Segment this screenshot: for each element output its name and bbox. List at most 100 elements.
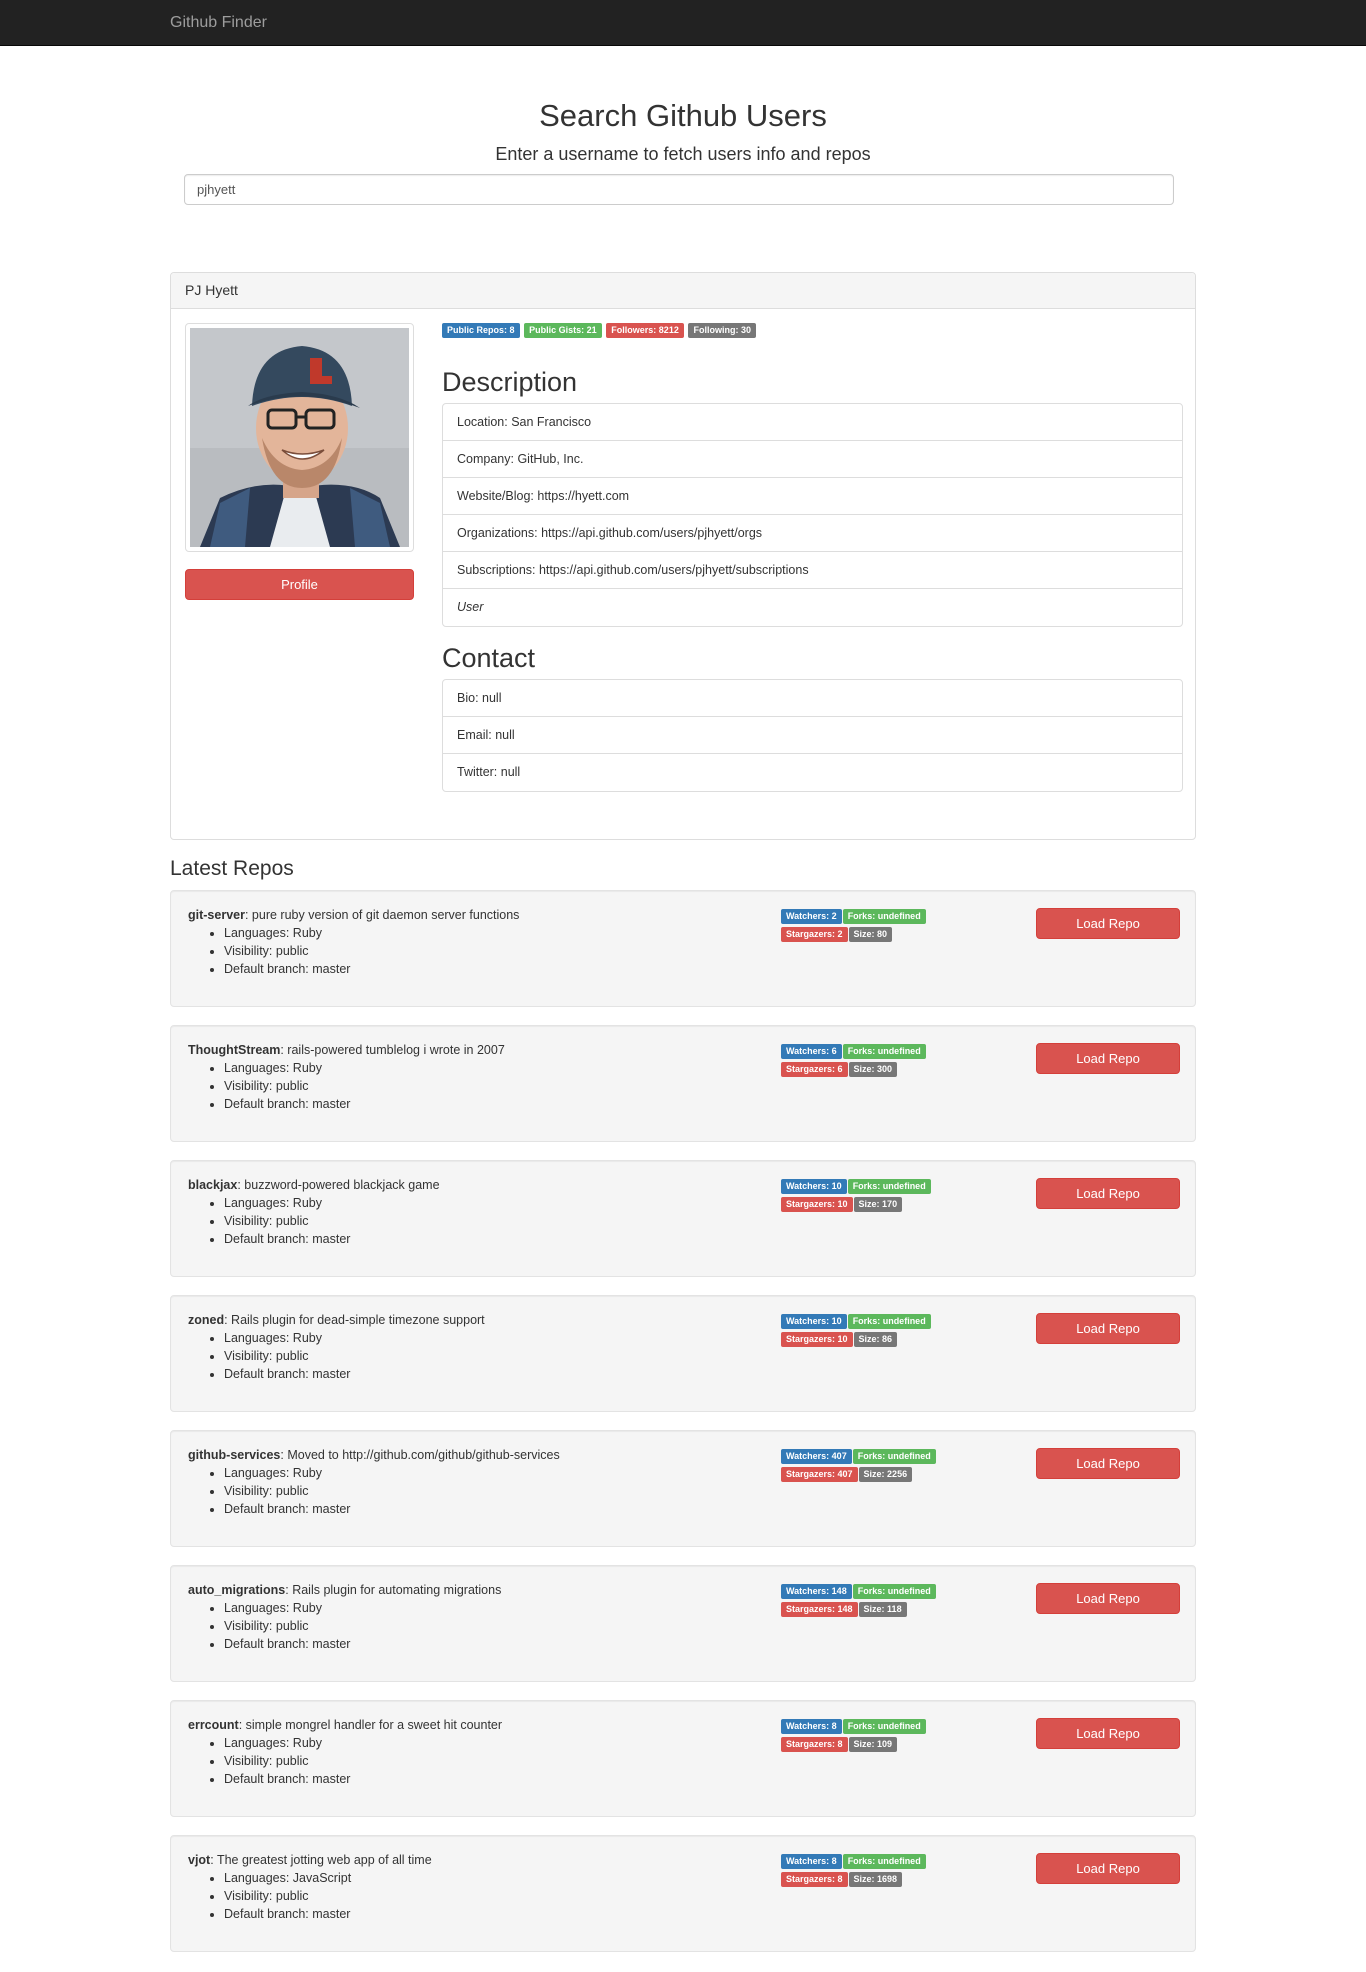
- stargazers-badge: Stargazers: 8: [781, 1737, 848, 1752]
- stargazers-badge: Stargazers: 2: [781, 927, 848, 942]
- search-section: Search Github Users Enter a username to …: [170, 46, 1196, 205]
- repo-visibility: Visibility: public: [224, 1347, 768, 1365]
- public-gists-badge: Public Gists: 21: [524, 323, 602, 338]
- forks-badge: Forks: undefined: [842, 1044, 926, 1059]
- watchers-badge: Watchers: 10: [781, 1314, 847, 1329]
- repo-info: auto_migrations: Rails plugin for automa…: [188, 1581, 768, 1653]
- size-badge: Size: 170: [853, 1197, 903, 1212]
- repo-default-branch: Default branch: master: [224, 1500, 768, 1518]
- profile-button[interactable]: Profile: [185, 569, 414, 600]
- forks-badge: Forks: undefined: [842, 909, 926, 924]
- user-type-item: User: [457, 600, 484, 614]
- repo-stats: Watchers: 8 Forks: undefined Stargazers: …: [781, 1719, 1001, 1755]
- subscriptions-item: Subscriptions: https://api.github.com/us…: [443, 552, 1182, 589]
- repo-description: : pure ruby version of git daemon server…: [244, 908, 520, 922]
- repo-description: : The greatest jotting web app of all ti…: [210, 1853, 432, 1867]
- repo-name: git-server: [188, 908, 245, 922]
- search-input[interactable]: [184, 174, 1174, 205]
- contact-title: Contact: [442, 643, 536, 673]
- repo-meta-list: Languages: Ruby Visibility: public Defau…: [188, 1059, 768, 1113]
- repo-name: errcount: [188, 1718, 239, 1732]
- load-repo-button[interactable]: Load Repo: [1036, 1178, 1180, 1209]
- repo-card: vjot: The greatest jotting web app of al…: [170, 1835, 1196, 1952]
- repo-default-branch: Default branch: master: [224, 960, 768, 978]
- repo-meta-list: Languages: Ruby Visibility: public Defau…: [188, 1329, 768, 1383]
- repo-name: ThoughtStream: [188, 1043, 281, 1057]
- load-repo-button[interactable]: Load Repo: [1036, 1448, 1180, 1479]
- repo-stats: Watchers: 10 Forks: undefined Stargazers:…: [781, 1179, 1001, 1215]
- repo-name: blackjax: [188, 1178, 238, 1192]
- repo-card: git-server: pure ruby version of git dae…: [170, 890, 1196, 1007]
- size-badge: Size: 300: [848, 1062, 898, 1077]
- repo-default-branch: Default branch: master: [224, 1770, 768, 1788]
- load-repo-button[interactable]: Load Repo: [1036, 1718, 1180, 1749]
- load-repo-button[interactable]: Load Repo: [1036, 1853, 1180, 1884]
- repo-visibility: Visibility: public: [224, 1482, 768, 1500]
- repo-language: Languages: JavaScript: [224, 1869, 768, 1887]
- avatar-image: [190, 328, 409, 547]
- repo-card: ThoughtStream: rails-powered tumblelog i…: [170, 1025, 1196, 1142]
- user-stats: Public Repos: 8 Public Gists: 21 Followe…: [442, 323, 1183, 339]
- repo-card: github-services: Moved to http://github.…: [170, 1430, 1196, 1547]
- repo-language: Languages: Ruby: [224, 1734, 768, 1752]
- contact-list: Bio: null Email: null Twitter: null: [442, 679, 1183, 792]
- size-badge: Size: 80: [848, 927, 893, 942]
- repo-meta-list: Languages: Ruby Visibility: public Defau…: [188, 1464, 768, 1518]
- repo-description: : Moved to http://github.com/github/gith…: [280, 1448, 560, 1462]
- forks-badge: Forks: undefined: [847, 1179, 931, 1194]
- repo-info: vjot: The greatest jotting web app of al…: [188, 1851, 768, 1923]
- load-repo-button[interactable]: Load Repo: [1036, 908, 1180, 939]
- repo-visibility: Visibility: public: [224, 1077, 768, 1095]
- repo-name: zoned: [188, 1313, 225, 1327]
- repo-card: errcount: simple mongrel handler for a s…: [170, 1700, 1196, 1817]
- repo-description: : Rails plugin for dead-simple timezone …: [224, 1313, 485, 1327]
- repo-language: Languages: Ruby: [224, 924, 768, 942]
- repo-stats: Watchers: 148 Forks: undefined Stargazers…: [781, 1584, 1001, 1620]
- navbar: Github Finder: [0, 0, 1366, 46]
- repo-default-branch: Default branch: master: [224, 1095, 768, 1113]
- repo-description: : buzzword-powered blackjack game: [237, 1178, 440, 1192]
- bio-item: Bio: null: [443, 680, 1182, 717]
- watchers-badge: Watchers: 8: [781, 1719, 842, 1734]
- company-item: Company: GitHub, Inc.: [443, 441, 1182, 478]
- load-repo-button[interactable]: Load Repo: [1036, 1583, 1180, 1614]
- description-title: Description: [442, 367, 578, 397]
- repo-info: git-server: pure ruby version of git dae…: [188, 906, 768, 978]
- forks-badge: Forks: undefined: [842, 1854, 926, 1869]
- repo-meta-list: Languages: Ruby Visibility: public Defau…: [188, 924, 768, 978]
- page-title: Search Github Users: [539, 98, 827, 133]
- load-repo-button[interactable]: Load Repo: [1036, 1313, 1180, 1344]
- forks-badge: Forks: undefined: [852, 1584, 936, 1599]
- following-badge: Following: 30: [688, 323, 756, 338]
- load-repo-button[interactable]: Load Repo: [1036, 1043, 1180, 1074]
- location-item: Location: San Francisco: [443, 404, 1182, 441]
- repo-default-branch: Default branch: master: [224, 1905, 768, 1923]
- stargazers-badge: Stargazers: 407: [781, 1467, 858, 1482]
- repo-language: Languages: Ruby: [224, 1329, 768, 1347]
- repo-stats: Watchers: 8 Forks: undefined Stargazers: …: [781, 1854, 1001, 1890]
- watchers-badge: Watchers: 6: [781, 1044, 842, 1059]
- repo-info: errcount: simple mongrel handler for a s…: [188, 1716, 768, 1788]
- repo-stats: Watchers: 407 Forks: undefined Stargazers…: [781, 1449, 1001, 1485]
- stargazers-badge: Stargazers: 6: [781, 1062, 848, 1077]
- repo-stats: Watchers: 6 Forks: undefined Stargazers: …: [781, 1044, 1001, 1080]
- repo-card: blackjax: buzzword-powered blackjack gam…: [170, 1160, 1196, 1277]
- repo-info: github-services: Moved to http://github.…: [188, 1446, 768, 1518]
- avatar: [185, 323, 414, 552]
- forks-badge: Forks: undefined: [847, 1314, 931, 1329]
- navbar-brand[interactable]: Github Finder: [170, 14, 267, 32]
- repo-stats: Watchers: 10 Forks: undefined Stargazers:…: [781, 1314, 1001, 1350]
- repo-info: ThoughtStream: rails-powered tumblelog i…: [188, 1041, 768, 1113]
- stargazers-badge: Stargazers: 10: [781, 1197, 853, 1212]
- description-list: Location: San Francisco Company: GitHub,…: [442, 403, 1183, 627]
- stargazers-badge: Stargazers: 148: [781, 1602, 858, 1617]
- user-panel: PJ Hyett Profile Public Repos: 8 Public …: [170, 272, 1196, 840]
- repo-default-branch: Default branch: master: [224, 1635, 768, 1653]
- repo-name: github-services: [188, 1448, 281, 1462]
- repo-language: Languages: Ruby: [224, 1059, 768, 1077]
- repo-description: : Rails plugin for automating migrations: [285, 1583, 502, 1597]
- repo-meta-list: Languages: Ruby Visibility: public Defau…: [188, 1194, 768, 1248]
- watchers-badge: Watchers: 407: [781, 1449, 852, 1464]
- watchers-badge: Watchers: 8: [781, 1854, 842, 1869]
- page-subtitle: Enter a username to fetch users info and…: [495, 144, 871, 164]
